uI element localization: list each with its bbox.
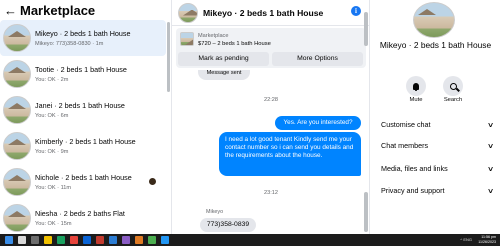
customise-chat-section[interactable]: Customise chat ∨: [381, 120, 495, 129]
mail-icon[interactable]: [109, 236, 117, 244]
listing-avatar: [3, 60, 31, 88]
windows-start-icon[interactable]: [5, 236, 13, 244]
conversation-preview: You: OK · 11m: [35, 185, 72, 191]
listing-avatar: [3, 132, 31, 160]
chevron-down-icon: ∨: [486, 187, 495, 195]
conversation-name: Tootie · 2 beds 1 bath House: [35, 65, 127, 74]
listing-card: Marketplace $720 – 2 beds 1 bath House M…: [176, 28, 366, 68]
app-icon[interactable]: [148, 236, 156, 244]
section-label: Media, files and links: [381, 164, 448, 173]
listing-label: Marketplace: [198, 33, 229, 39]
sent-message-bubble: I need a lot good tenant Kindly send me …: [219, 132, 361, 176]
app-icon[interactable]: [135, 236, 143, 244]
edge-icon[interactable]: [83, 236, 91, 244]
conversation-preview: You: OK · 6m: [35, 113, 69, 119]
info-icon[interactable]: i: [351, 6, 361, 16]
store-icon[interactable]: [57, 236, 65, 244]
listing-avatar: [3, 168, 31, 196]
taskbar-clock[interactable]: 11:56 pm 11/26/2023: [478, 235, 496, 245]
system-tray[interactable]: ^ ENG: [460, 237, 472, 242]
chevron-down-icon: ∨: [486, 121, 495, 129]
chevron-down-icon: ∨: [486, 142, 495, 150]
message-bubble-partial: Message sent: [198, 70, 250, 80]
app-icon[interactable]: [122, 236, 130, 244]
listing-avatar: [3, 204, 31, 232]
conversation-name: Kimberly · 2 beds 1 bath House: [35, 137, 136, 146]
conversation-preview: You: OK · 15m: [35, 221, 72, 227]
clock-date: 11/26/2023: [478, 240, 496, 244]
conversation-preview: You: OK · 2m: [35, 77, 69, 83]
media-files-links-section[interactable]: Media, files and links ∨: [381, 164, 495, 173]
listing-thumbnail: [180, 32, 194, 46]
conversation-item-mikeyo[interactable]: Mikeyo · 2 beds 1 bath House Mikeyo: 773…: [0, 20, 166, 56]
chat-pane: Mikeyo · 2 beds 1 bath House i Marketpla…: [172, 0, 370, 234]
bell-icon: [413, 82, 419, 91]
mute-label: Mute: [409, 97, 423, 103]
chevron-down-icon: ∨: [486, 165, 495, 173]
chat-members-section[interactable]: Chat members ∨: [381, 141, 495, 150]
back-arrow-icon[interactable]: ←: [4, 3, 20, 18]
more-options-button[interactable]: More Options: [272, 52, 363, 66]
received-message-bubble: 773)358-0839: [200, 218, 256, 232]
search-label: Search: [443, 97, 463, 103]
windows-taskbar: ^ ENG 11:56 pm 11/26/2023: [0, 234, 500, 246]
conversation-preview: You: OK · 9m: [35, 149, 69, 155]
task-view-icon[interactable]: [31, 236, 39, 244]
chat-title: Mikeyo · 2 beds 1 bath House: [203, 7, 324, 18]
timestamp: 23:12: [264, 190, 278, 196]
conversation-item-janei[interactable]: Janei · 2 beds 1 bath House You: OK · 6m: [0, 92, 166, 128]
listing-avatar: [3, 96, 31, 124]
privacy-support-section[interactable]: Privacy and support ∨: [381, 186, 495, 195]
conversation-list-scrollbar[interactable]: [167, 22, 170, 92]
chat-header: Mikeyo · 2 beds 1 bath House i: [172, 0, 369, 26]
conversation-item-nichole[interactable]: Nichole · 2 beds 1 bath House You: OK · …: [0, 164, 166, 200]
conversation-name: Mikeyo · 2 beds 1 bath House: [35, 29, 131, 38]
conversation-name: Niesha · 2 beds 2 baths Flat: [35, 209, 125, 218]
conversation-item-tootie[interactable]: Tootie · 2 beds 1 bath House You: OK · 2…: [0, 56, 166, 92]
search-taskbar-icon[interactable]: [18, 236, 26, 244]
chat-scrollbar[interactable]: [364, 192, 368, 232]
file-explorer-icon[interactable]: [44, 236, 52, 244]
section-label: Privacy and support: [381, 186, 445, 195]
profile-name: Mikeyo · 2 beds 1 bath House: [379, 40, 492, 50]
listing-avatar: [3, 24, 31, 52]
section-label: Chat members: [381, 141, 429, 150]
conversation-item-niesha[interactable]: Niesha · 2 beds 2 baths Flat You: OK · 1…: [0, 200, 166, 236]
timestamp: 22:28: [264, 97, 278, 103]
seen-avatar-icon: [149, 178, 156, 185]
sent-message-bubble: Yes. Are you interested?: [275, 116, 361, 130]
listing-detail: $720 – 2 beds 1 bath House: [198, 41, 271, 47]
sender-name: Mikeyo: [206, 209, 224, 215]
search-button[interactable]: [443, 76, 463, 96]
conversation-preview: Mikeyo: 773)358-0830 · 1m: [35, 41, 104, 47]
mark-as-pending-button[interactable]: Mark as pending: [178, 52, 269, 66]
chat-details-pane: Mikeyo · 2 beds 1 bath House Mute Search…: [371, 0, 500, 234]
section-label: Customise chat: [381, 120, 431, 129]
conversation-name: Nichole · 2 beds 1 bath House: [35, 173, 132, 182]
app-icon[interactable]: [161, 236, 169, 244]
marketplace-header: ← Marketplace: [0, 0, 171, 20]
conversation-name: Janei · 2 beds 1 bath House: [35, 101, 125, 110]
chrome-icon[interactable]: [70, 236, 78, 244]
conversation-list-pane: ← Marketplace Mikeyo · 2 beds 1 bath Hou…: [0, 0, 172, 234]
app-icon[interactable]: [96, 236, 104, 244]
mute-button[interactable]: [406, 76, 426, 96]
chat-scrollbar-top[interactable]: [364, 12, 368, 46]
chat-avatar: [178, 2, 198, 23]
profile-avatar: [413, 2, 455, 38]
conversation-item-kimberly[interactable]: Kimberly · 2 beds 1 bath House You: OK ·…: [0, 128, 166, 164]
marketplace-title: Marketplace: [20, 2, 96, 18]
search-icon: [449, 82, 457, 90]
